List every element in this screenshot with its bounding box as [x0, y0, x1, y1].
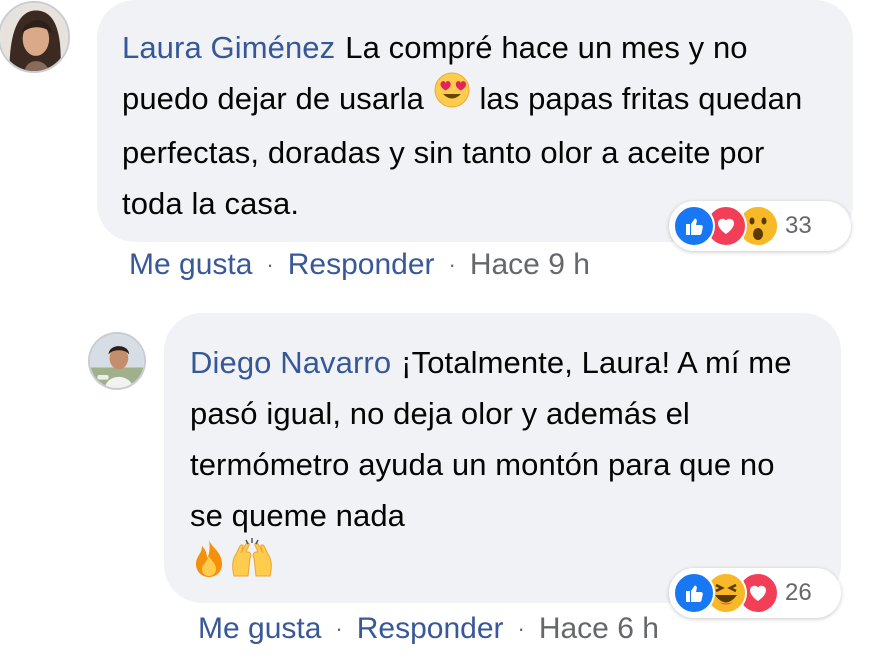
reply-button[interactable]: Responder — [288, 248, 435, 282]
comment-body: Diego Navarro ¡Totalmente, Laura! A mí me… — [190, 337, 811, 596]
like-reaction-icon — [673, 572, 715, 614]
reactions-summary-laura[interactable]: 33 — [669, 201, 851, 251]
separator-dot: · — [517, 616, 525, 641]
profile-photo — [0, 3, 68, 71]
avatar-diego[interactable] — [88, 332, 146, 390]
fire-emoji-icon — [190, 538, 228, 593]
comment-timestamp[interactable]: Hace 9 h — [470, 248, 590, 282]
separator-dot: · — [335, 616, 343, 641]
reply-button[interactable]: Responder — [357, 612, 504, 646]
separator-dot: · — [448, 252, 456, 277]
raising-hands-emoji-icon — [228, 538, 276, 593]
avatar-laura[interactable] — [0, 1, 70, 73]
comments-thread: Laura Giménez La compré hace un mes y no … — [0, 0, 875, 659]
reactions-summary-diego[interactable]: 26 — [669, 568, 841, 618]
reaction-count: 26 — [785, 579, 812, 606]
comment-body: Laura Giménez La compré hace un mes y no … — [122, 22, 823, 229]
separator-dot: · — [266, 252, 274, 277]
like-button[interactable]: Me gusta — [129, 248, 252, 282]
author-name-diego[interactable]: Diego Navarro — [190, 345, 391, 380]
reaction-count: 33 — [785, 212, 812, 239]
comment-actions-diego: Me gusta · Responder · Hace 6 h — [198, 612, 659, 646]
author-name-laura[interactable]: Laura Giménez — [122, 30, 335, 65]
profile-photo — [90, 334, 144, 388]
like-button[interactable]: Me gusta — [198, 612, 321, 646]
heart-eyes-emoji-icon — [433, 71, 471, 124]
comment-actions-laura: Me gusta · Responder · Hace 9 h — [129, 248, 590, 282]
like-reaction-icon — [673, 205, 715, 247]
comment-bubble-diego: Diego Navarro ¡Totalmente, Laura! A mí me… — [164, 313, 841, 603]
comment-timestamp[interactable]: Hace 6 h — [539, 612, 659, 646]
